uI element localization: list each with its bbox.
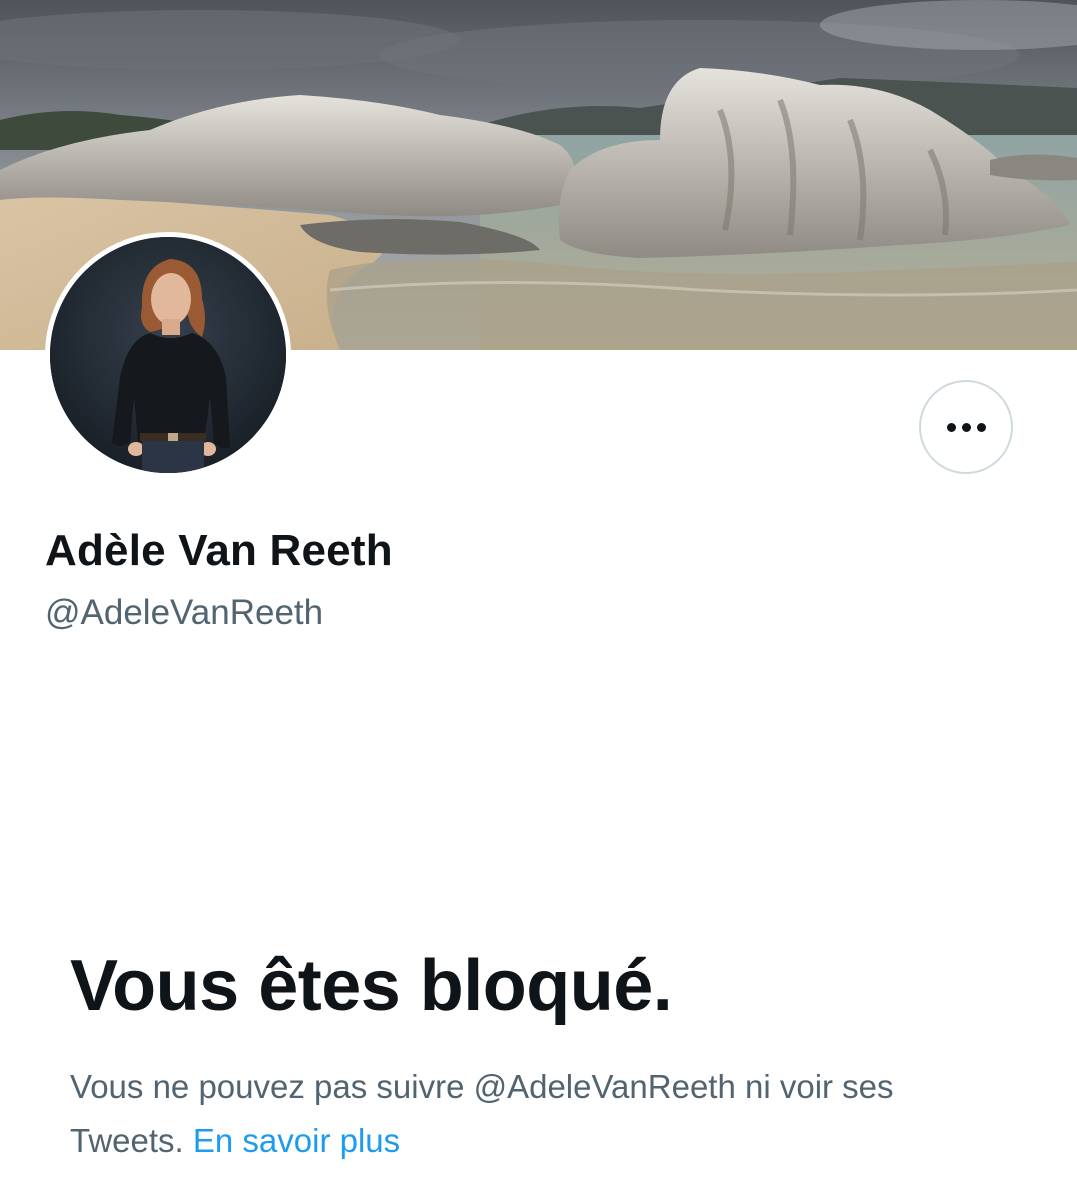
blocked-title: Vous êtes bloqué. xyxy=(70,946,673,1026)
profile-avatar[interactable] xyxy=(45,232,291,478)
more-horizontal-icon xyxy=(946,422,986,432)
dot xyxy=(946,422,956,432)
more-options-button[interactable] xyxy=(919,380,1013,474)
profile-page: Adèle Van Reeth @AdeleVanReeth Vous êtes… xyxy=(0,0,1077,1200)
dot xyxy=(976,422,986,432)
avatar-portrait xyxy=(50,237,286,473)
blocked-description: Vous ne pouvez pas suivre @AdeleVanReeth… xyxy=(70,1060,1010,1168)
learn-more-link[interactable]: En savoir plus xyxy=(193,1122,400,1159)
profile-display-name: Adèle Van Reeth xyxy=(45,526,393,575)
profile-handle: @AdeleVanReeth xyxy=(45,593,324,632)
dot xyxy=(961,422,971,432)
